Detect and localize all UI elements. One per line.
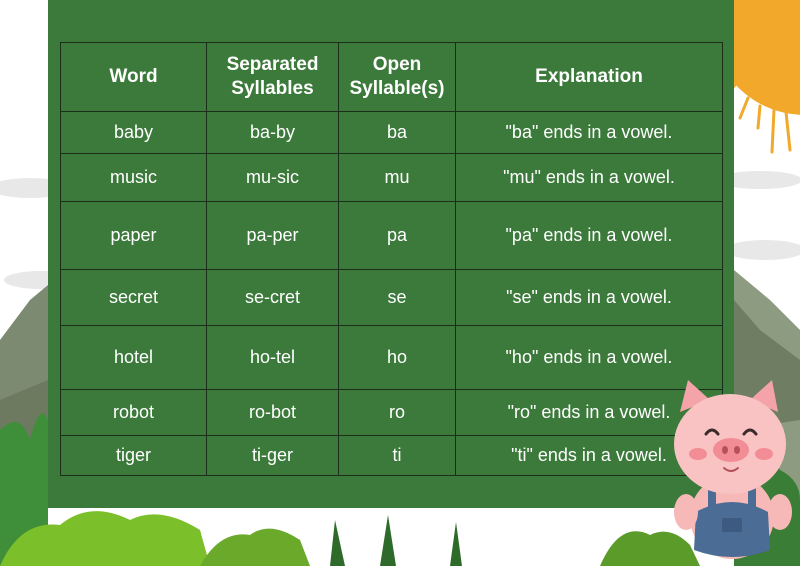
cell-explanation: "se" ends in a vowel. xyxy=(455,269,723,326)
cell-word: secret xyxy=(60,269,207,326)
header-separated-line2: Syllables xyxy=(231,78,314,99)
cell-word: baby xyxy=(60,111,207,154)
table-row: paper pa-per pa "pa" ends in a vowel. xyxy=(60,201,723,270)
cell-explanation: "mu" ends in a vowel. xyxy=(455,153,723,202)
header-open-syllables: Open Syllable(s) xyxy=(338,42,456,112)
cell-open: se xyxy=(338,269,456,326)
header-explanation: Explanation xyxy=(455,42,723,112)
header-separated-line1: Separated xyxy=(226,54,319,75)
cell-word: music xyxy=(60,153,207,202)
cell-open: mu xyxy=(338,153,456,202)
table-row: robot ro-bot ro "ro" ends in a vowel. xyxy=(60,389,723,436)
pig-icon xyxy=(674,380,792,559)
table-header-row: Word Separated Syllables Open Syllable(s) … xyxy=(60,42,723,112)
cell-word: robot xyxy=(60,389,207,436)
header-open-line1: Open xyxy=(372,54,422,75)
cell-separated: pa-per xyxy=(206,201,339,270)
cell-open: ro xyxy=(338,389,456,436)
cell-word: tiger xyxy=(60,435,207,476)
header-separated-syllables: Separated Syllables xyxy=(206,42,339,112)
cell-open: ti xyxy=(338,435,456,476)
table-row: secret se-cret se "se" ends in a vowel. xyxy=(60,269,723,326)
cell-explanation: "pa" ends in a vowel. xyxy=(455,201,723,270)
table-row: music mu-sic mu "mu" ends in a vowel. xyxy=(60,153,723,202)
cell-word: paper xyxy=(60,201,207,270)
cell-separated: se-cret xyxy=(206,269,339,326)
table-row: hotel ho-tel ho "ho" ends in a vowel. xyxy=(60,325,723,390)
cell-separated: ho-tel xyxy=(206,325,339,390)
open-syllables-table: Word Separated Syllables Open Syllable(s) … xyxy=(60,42,723,476)
cell-explanation: "ba" ends in a vowel. xyxy=(455,111,723,154)
cell-open: pa xyxy=(338,201,456,270)
cell-word: hotel xyxy=(60,325,207,390)
cell-separated: ba-by xyxy=(206,111,339,154)
cell-separated: ti-ger xyxy=(206,435,339,476)
header-word: Word xyxy=(60,42,207,112)
cell-open: ba xyxy=(338,111,456,154)
cell-separated: mu-sic xyxy=(206,153,339,202)
header-open-line2: Syllable(s) xyxy=(349,78,445,99)
cell-open: ho xyxy=(338,325,456,390)
table-row: tiger ti-ger ti "ti" ends in a vowel. xyxy=(60,435,723,476)
table-row: baby ba-by ba "ba" ends in a vowel. xyxy=(60,111,723,154)
cell-separated: ro-bot xyxy=(206,389,339,436)
